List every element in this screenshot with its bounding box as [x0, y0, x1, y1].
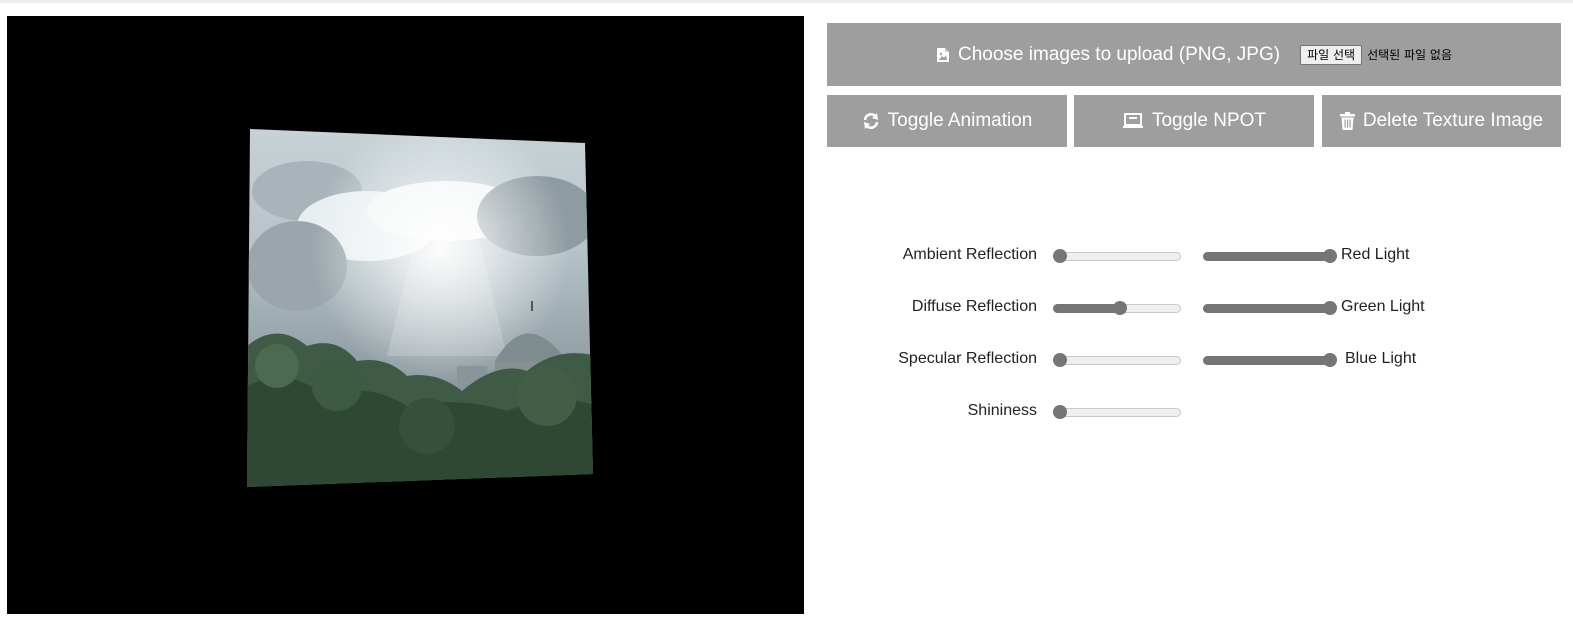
file-status-text: 선택된 파일 없음 — [1367, 48, 1452, 62]
laptop-icon — [1122, 113, 1144, 129]
webgl-canvas[interactable] — [7, 16, 804, 614]
specular-reflection-label: Specular Reflection — [898, 350, 1037, 367]
toggle-animation-label: Toggle Animation — [887, 110, 1033, 131]
ambient-reflection-slider[interactable] — [1053, 249, 1181, 263]
shininess-slider[interactable] — [1053, 405, 1181, 419]
slider-thumb[interactable] — [1323, 301, 1337, 315]
upload-bar: Choose images to upload (PNG, JPG) 파일 선택… — [827, 23, 1561, 86]
diffuse-reflection-slider[interactable] — [1053, 301, 1181, 315]
blue-light-slider[interactable] — [1203, 353, 1337, 367]
specular-reflection-slider[interactable] — [1053, 353, 1181, 367]
slider-thumb[interactable] — [1323, 249, 1337, 263]
toggle-animation-button[interactable]: Toggle Animation — [827, 95, 1067, 147]
file-image-icon — [936, 47, 950, 63]
green-light-slider[interactable] — [1203, 301, 1337, 315]
file-input: 파일 선택 선택된 파일 없음 — [1300, 44, 1452, 65]
sync-icon — [862, 112, 880, 130]
choose-file-button[interactable]: 파일 선택 — [1300, 44, 1363, 65]
blue-light-label: Blue Light — [1345, 350, 1417, 367]
top-divider — [0, 0, 1573, 3]
upload-label: Choose images to upload (PNG, JPG) — [958, 43, 1281, 65]
slider-thumb[interactable] — [1053, 353, 1067, 367]
slider-thumb[interactable] — [1113, 301, 1127, 315]
slider-thumb[interactable] — [1323, 353, 1337, 367]
shininess-label: Shininess — [967, 402, 1037, 419]
red-light-slider[interactable] — [1203, 249, 1337, 263]
toggle-npot-button[interactable]: Toggle NPOT — [1074, 95, 1314, 147]
slider-thumb[interactable] — [1053, 249, 1067, 263]
red-light-label: Red Light — [1341, 246, 1410, 263]
ambient-reflection-label: Ambient Reflection — [902, 246, 1037, 263]
delete-texture-button[interactable]: Delete Texture Image — [1322, 95, 1561, 147]
delete-texture-label: Delete Texture Image — [1362, 110, 1544, 131]
textured-quad — [247, 129, 593, 487]
green-light-label: Green Light — [1341, 298, 1425, 315]
diffuse-reflection-label: Diffuse Reflection — [911, 298, 1037, 315]
sky-photo — [247, 129, 593, 487]
trash-icon — [1339, 112, 1355, 130]
toggle-npot-label: Toggle NPOT — [1151, 110, 1267, 131]
slider-thumb[interactable] — [1053, 405, 1067, 419]
